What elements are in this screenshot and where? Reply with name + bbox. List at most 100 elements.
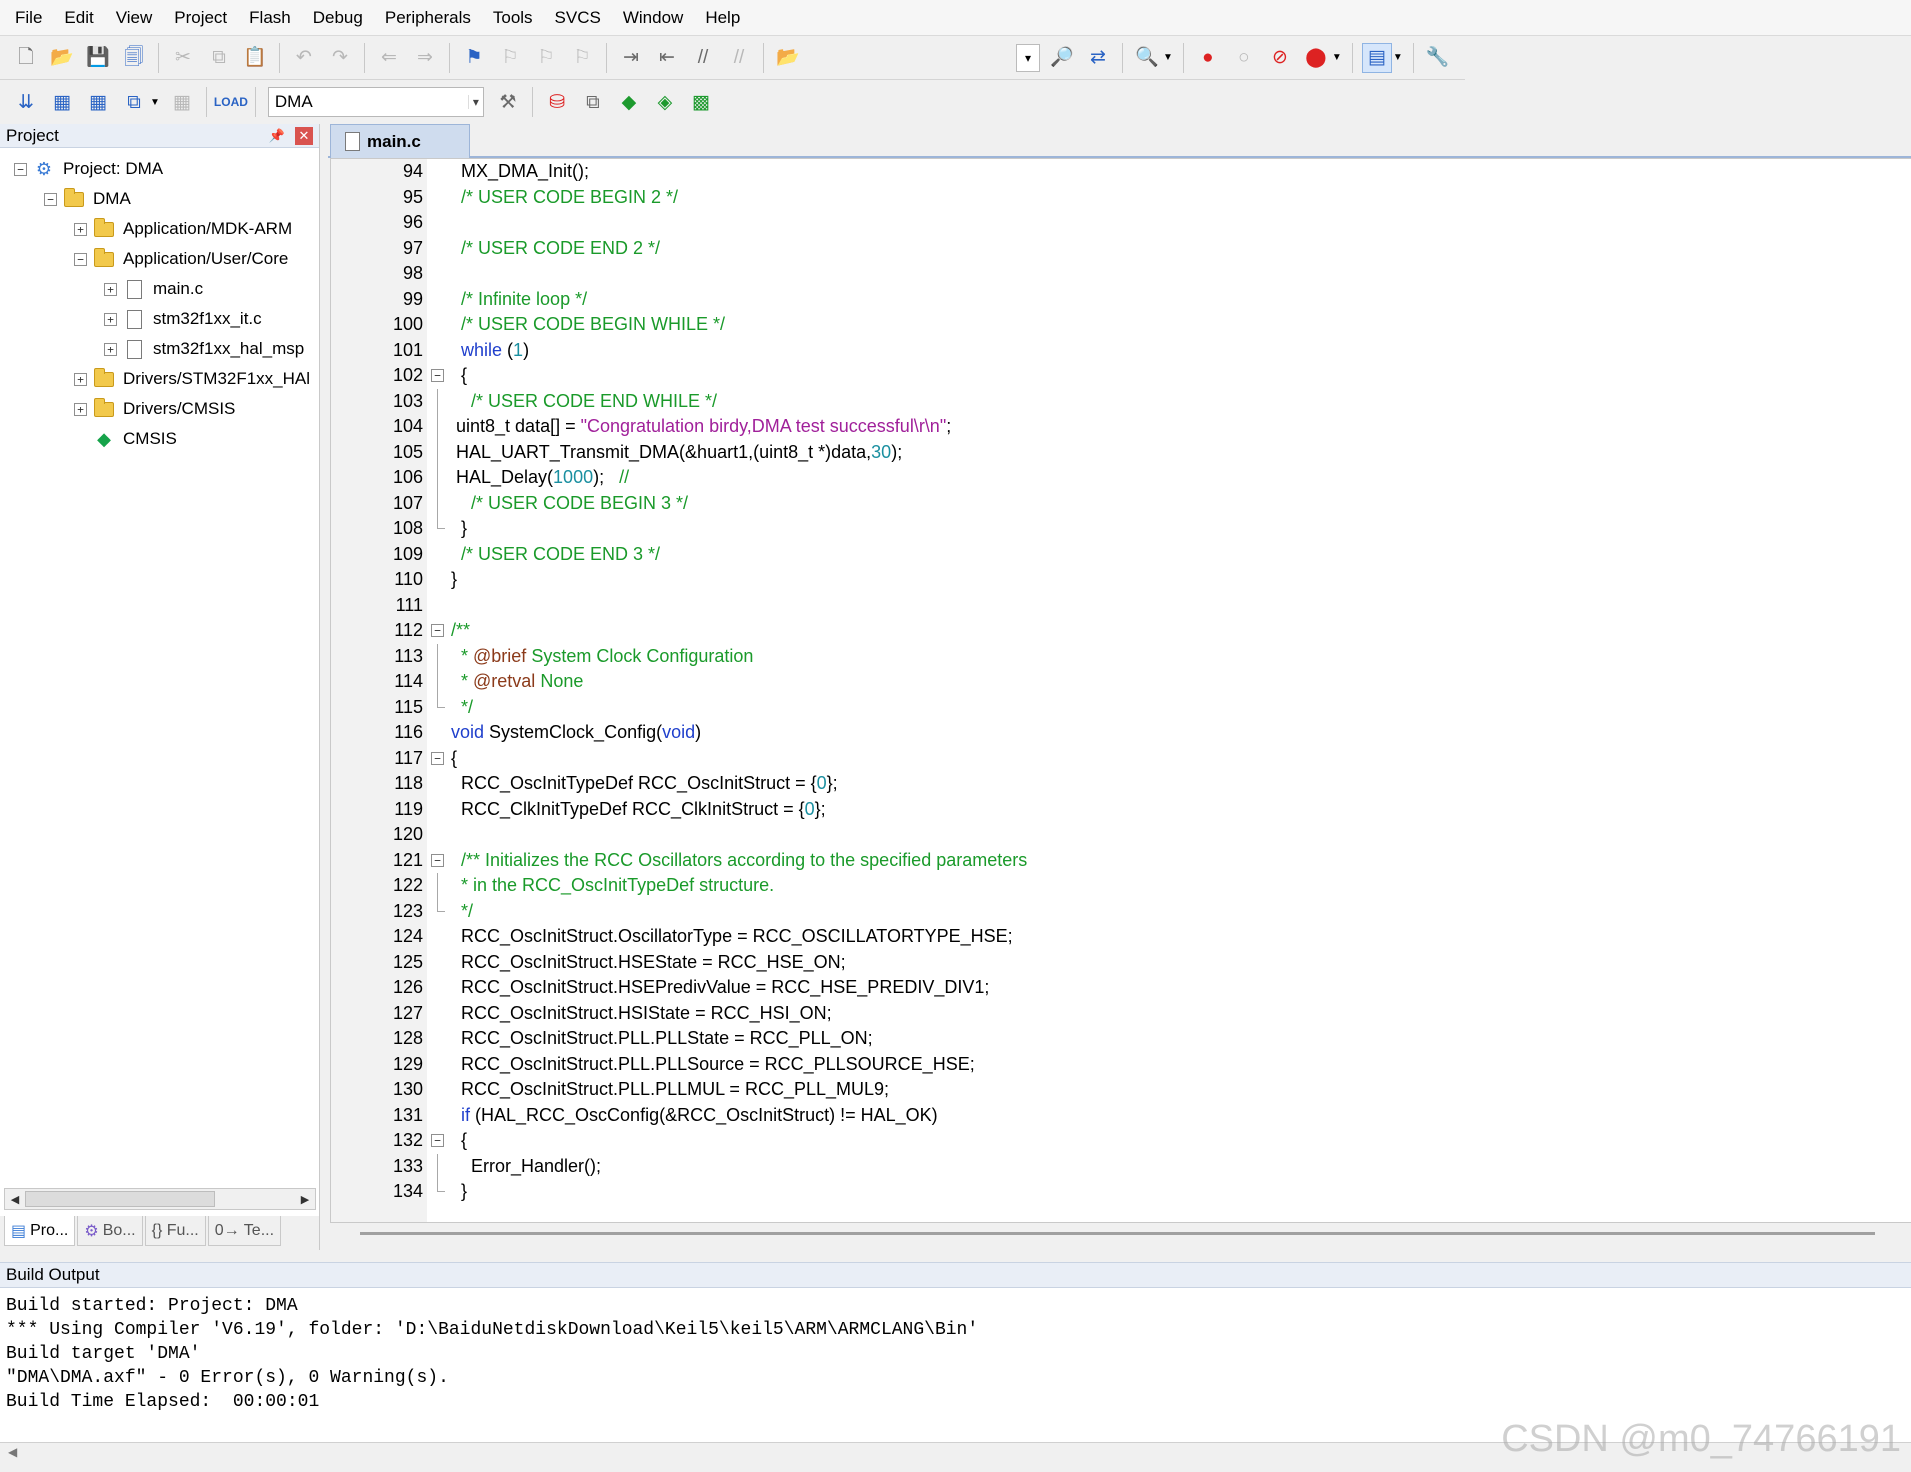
expand-icon[interactable]: +	[74, 402, 87, 416]
bookmark-icon[interactable]: ⚑	[459, 43, 489, 73]
code-line[interactable]: 115 */	[331, 694, 1891, 721]
cut-icon[interactable]: ✂	[168, 43, 198, 73]
window-layout-dropdown-icon[interactable]: ▼	[1393, 52, 1403, 63]
expand-icon[interactable]: +	[104, 312, 117, 326]
navigate-back-icon[interactable]: ⇐	[374, 43, 404, 73]
code-line[interactable]: 101 while (1)	[331, 338, 1891, 364]
code-line[interactable]: 121− /** Initializes the RCC Oscillators…	[331, 848, 1891, 874]
manage-multi-project-icon[interactable]: ⧉	[578, 87, 608, 117]
uncomment-icon[interactable]: //	[724, 43, 754, 73]
collapse-icon[interactable]: −	[44, 192, 57, 206]
tree-item-group[interactable]: + Drivers/CMSIS	[74, 394, 235, 424]
prev-bookmark-icon[interactable]: ⚐	[495, 43, 525, 73]
scroll-right-icon[interactable]: ▶	[295, 1193, 315, 1206]
configure-icon[interactable]: 🔧	[1423, 43, 1453, 73]
code-line[interactable]: 131 if (HAL_RCC_OscConfig(&RCC_OscInitSt…	[331, 1103, 1891, 1129]
find-in-files-icon[interactable]: 📂	[773, 43, 803, 73]
code-line[interactable]: 102− {	[331, 363, 1891, 389]
editor-horizontal-scrollbar[interactable]	[330, 1222, 1911, 1242]
code-line[interactable]: 116 void SystemClock_Config(void)	[331, 720, 1891, 746]
debug-dropdown-icon[interactable]: ▼	[1163, 52, 1173, 63]
fold-toggle-icon[interactable]: −	[431, 1134, 444, 1147]
tree-item-project[interactable]: − ⚙ Project: DMA	[14, 154, 163, 184]
open-file-icon[interactable]: 📂	[47, 43, 77, 73]
manage-run-time-environment-icon[interactable]: ◆	[614, 87, 644, 117]
kill-breakpoints-icon[interactable]: ⬤	[1301, 43, 1331, 73]
expand-icon[interactable]: +	[104, 282, 117, 296]
code-line[interactable]: 98	[331, 261, 1891, 287]
menu-view[interactable]: View	[105, 0, 164, 36]
tree-item-group[interactable]: − Application/User/Core	[74, 244, 288, 274]
menu-edit[interactable]: Edit	[53, 0, 104, 36]
code-line[interactable]: 119 RCC_ClkInitTypeDef RCC_ClkInitStruct…	[331, 797, 1891, 823]
fold-toggle-icon[interactable]: −	[431, 624, 444, 637]
code-line[interactable]: 105 HAL_UART_Transmit_DMA(&huart1,(uint8…	[331, 439, 1891, 465]
translate-icon[interactable]: ⇊	[11, 87, 41, 117]
redo-icon[interactable]: ↷	[325, 43, 355, 73]
find-dropdown[interactable]: ▾	[1016, 43, 1040, 72]
code-line[interactable]: 118 RCC_OscInitTypeDef RCC_OscInitStruct…	[331, 771, 1891, 797]
tree-item-component[interactable]: ◆ CMSIS	[74, 424, 177, 454]
save-all-icon[interactable]: 🗐	[119, 43, 149, 73]
paste-icon[interactable]: 📋	[240, 43, 270, 73]
comment-icon[interactable]: //	[688, 43, 718, 73]
find-icon[interactable]: 🔎	[1047, 43, 1077, 73]
code-line[interactable]: 125 RCC_OscInitStruct.HSEState = RCC_HSE…	[331, 950, 1891, 976]
incremental-find-icon[interactable]: ⇄	[1083, 43, 1113, 73]
fold-toggle-icon[interactable]: −	[431, 751, 444, 765]
debug-session-icon[interactable]: 🔍	[1132, 43, 1162, 73]
select-software-packs-icon[interactable]: ◈	[650, 87, 680, 117]
batch-build-icon[interactable]: ⧉	[119, 87, 149, 117]
code-line[interactable]: 123 */	[331, 898, 1891, 925]
code-editor[interactable]: 94 MX_DMA_Init(); 95 /* USER CODE BEGIN 2…	[330, 158, 1911, 1222]
scroll-left-icon[interactable]: ◀	[8, 1445, 17, 1459]
tree-item-group[interactable]: + Drivers/STM32F1xx_HAl	[74, 364, 310, 394]
code-line[interactable]: 96	[331, 210, 1891, 236]
code-line[interactable]: 112−/**	[331, 618, 1891, 644]
scroll-left-icon[interactable]: ◀	[5, 1193, 25, 1206]
tab-functions[interactable]: {} Fu...	[144, 1216, 206, 1246]
expand-icon[interactable]: +	[104, 342, 117, 356]
code-line[interactable]: 110}	[331, 567, 1891, 593]
tree-item-file[interactable]: + stm32f1xx_hal_msp	[104, 334, 304, 364]
menu-tools[interactable]: Tools	[482, 0, 544, 36]
tree-item-file[interactable]: + main.c	[104, 274, 203, 304]
disable-breakpoint-icon[interactable]: ○	[1229, 43, 1259, 73]
rebuild-icon[interactable]: ▦	[83, 87, 113, 117]
disable-all-breakpoints-icon[interactable]: ⊘	[1265, 43, 1295, 73]
tab-books[interactable]: ⚙ Bo...	[77, 1216, 143, 1246]
save-icon[interactable]: 💾	[83, 43, 113, 73]
collapse-icon[interactable]: −	[14, 162, 27, 176]
next-bookmark-icon[interactable]: ⚐	[531, 43, 561, 73]
menu-window[interactable]: Window	[612, 0, 694, 36]
new-file-icon[interactable]: 🗋	[11, 43, 41, 73]
code-line[interactable]: 94 MX_DMA_Init();	[331, 159, 1891, 185]
code-line[interactable]: 109 /* USER CODE END 3 */	[331, 542, 1891, 568]
tab-templates[interactable]: 0→ Te...	[207, 1216, 282, 1246]
navigate-forward-icon[interactable]: ⇒	[410, 43, 440, 73]
indent-icon[interactable]: ⇥	[616, 43, 646, 73]
code-line[interactable]: 100 /* USER CODE BEGIN WHILE */	[331, 312, 1891, 338]
code-line[interactable]: 108 }	[331, 516, 1891, 542]
code-line[interactable]: 95 /* USER CODE BEGIN 2 */	[331, 185, 1891, 211]
target-options-icon[interactable]: ⚒	[493, 87, 523, 117]
scroll-thumb[interactable]	[360, 1232, 1875, 1235]
breakpoint-icon[interactable]: ●	[1193, 43, 1223, 73]
breakpoint-dropdown-icon[interactable]: ▼	[1332, 52, 1342, 63]
batch-build-dropdown-icon[interactable]: ▼	[150, 97, 160, 108]
menu-peripherals[interactable]: Peripherals	[374, 0, 482, 36]
code-line[interactable]: 107 /* USER CODE BEGIN 3 */	[331, 490, 1891, 516]
stop-build-icon[interactable]: ▦	[167, 87, 197, 117]
scroll-thumb[interactable]	[25, 1191, 215, 1207]
download-icon[interactable]: LOAD	[214, 87, 248, 117]
code-line[interactable]: 106 HAL_Delay(1000); //	[331, 465, 1891, 491]
fold-toggle-icon[interactable]: −	[431, 853, 444, 867]
code-line[interactable]: 103 /* USER CODE END WHILE */	[331, 388, 1891, 414]
tab-main-c[interactable]: main.c	[330, 124, 470, 158]
menu-svcs[interactable]: SVCS	[544, 0, 612, 36]
code-line[interactable]: 132− {	[331, 1128, 1891, 1154]
expand-icon[interactable]: +	[74, 222, 87, 236]
code-line[interactable]: 104 uint8_t data[] = "Congratulation bir…	[331, 414, 1891, 440]
menu-debug[interactable]: Debug	[302, 0, 374, 36]
code-line[interactable]: 129 RCC_OscInitStruct.PLL.PLLSource = RC…	[331, 1052, 1891, 1078]
